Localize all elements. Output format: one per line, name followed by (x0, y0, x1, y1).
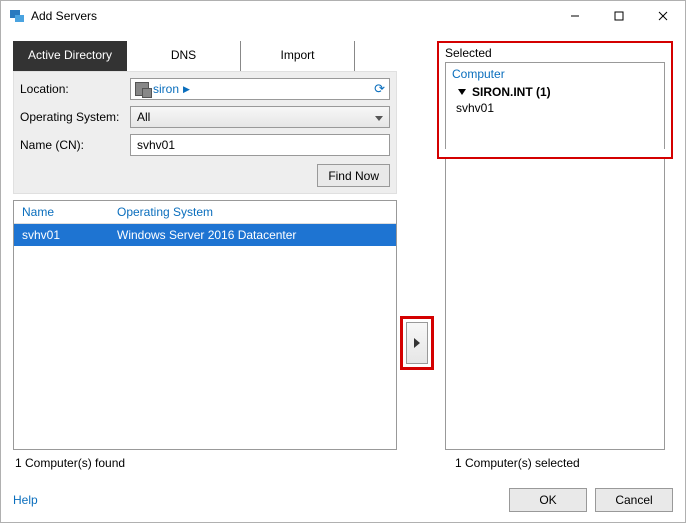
content-area: Active Directory DNS Import Location: si… (1, 31, 685, 478)
os-value: All (137, 110, 150, 124)
status-selected: 1 Computer(s) selected (427, 456, 671, 470)
app-icon (9, 8, 25, 24)
cancel-button[interactable]: Cancel (595, 488, 673, 512)
selected-title: Selected (445, 46, 665, 60)
results-list: Name Operating System svhv01 Windows Ser… (13, 200, 397, 450)
find-now-button[interactable]: Find Now (317, 164, 390, 187)
maximize-button[interactable] (597, 1, 641, 31)
window-title: Add Servers (31, 9, 553, 23)
name-label: Name (CN): (20, 138, 130, 152)
minimize-button[interactable] (553, 1, 597, 31)
name-value: svhv01 (137, 138, 175, 152)
location-field[interactable]: siron ▶ ⟳ (130, 78, 390, 100)
col-os-header[interactable]: Operating System (109, 201, 396, 223)
tab-bar: Active Directory DNS Import (13, 41, 397, 71)
result-name: svhv01 (14, 224, 109, 246)
help-link[interactable]: Help (13, 493, 38, 507)
window-controls (553, 1, 685, 31)
os-select[interactable]: All (130, 106, 390, 128)
col-name-header[interactable]: Name (14, 201, 109, 223)
name-input[interactable]: svhv01 (130, 134, 390, 156)
chevron-right-icon: ▶ (183, 84, 190, 95)
result-row[interactable]: svhv01 Windows Server 2016 Datacenter (14, 224, 396, 246)
selected-item[interactable]: svhv01 (456, 101, 658, 115)
highlight-box (400, 316, 434, 370)
status-row: 1 Computer(s) found 1 Computer(s) select… (13, 450, 673, 470)
filter-panel: Location: siron ▶ ⟳ Operating System: Al… (13, 71, 397, 194)
ok-button[interactable]: OK (509, 488, 587, 512)
status-found: 1 Computer(s) found (15, 456, 427, 470)
transfer-column (397, 41, 437, 450)
result-os: Windows Server 2016 Datacenter (109, 224, 396, 246)
location-label: Location: (20, 82, 130, 96)
add-servers-window: Add Servers Active Directory DNS Import … (0, 0, 686, 523)
selected-header[interactable]: Computer (452, 67, 658, 81)
location-value: siron (153, 82, 179, 96)
add-to-selected-button[interactable] (406, 322, 428, 364)
footer: Help OK Cancel (1, 478, 685, 522)
titlebar: Add Servers (1, 1, 685, 31)
results-header: Name Operating System (14, 201, 396, 224)
selected-panel-top: Computer SIRON.INT (1) svhv01 (445, 62, 665, 149)
selected-group[interactable]: SIRON.INT (1) (458, 85, 658, 99)
os-label: Operating System: (20, 110, 130, 124)
selected-highlight: Selected Computer SIRON.INT (1) svhv01 (437, 41, 673, 159)
selected-panel-body (445, 159, 665, 450)
tab-active-directory[interactable]: Active Directory (13, 41, 127, 71)
tab-dns[interactable]: DNS (127, 41, 241, 71)
close-button[interactable] (641, 1, 685, 31)
tab-import[interactable]: Import (241, 41, 355, 71)
refresh-icon[interactable]: ⟳ (374, 81, 385, 97)
domain-icon (135, 82, 149, 96)
